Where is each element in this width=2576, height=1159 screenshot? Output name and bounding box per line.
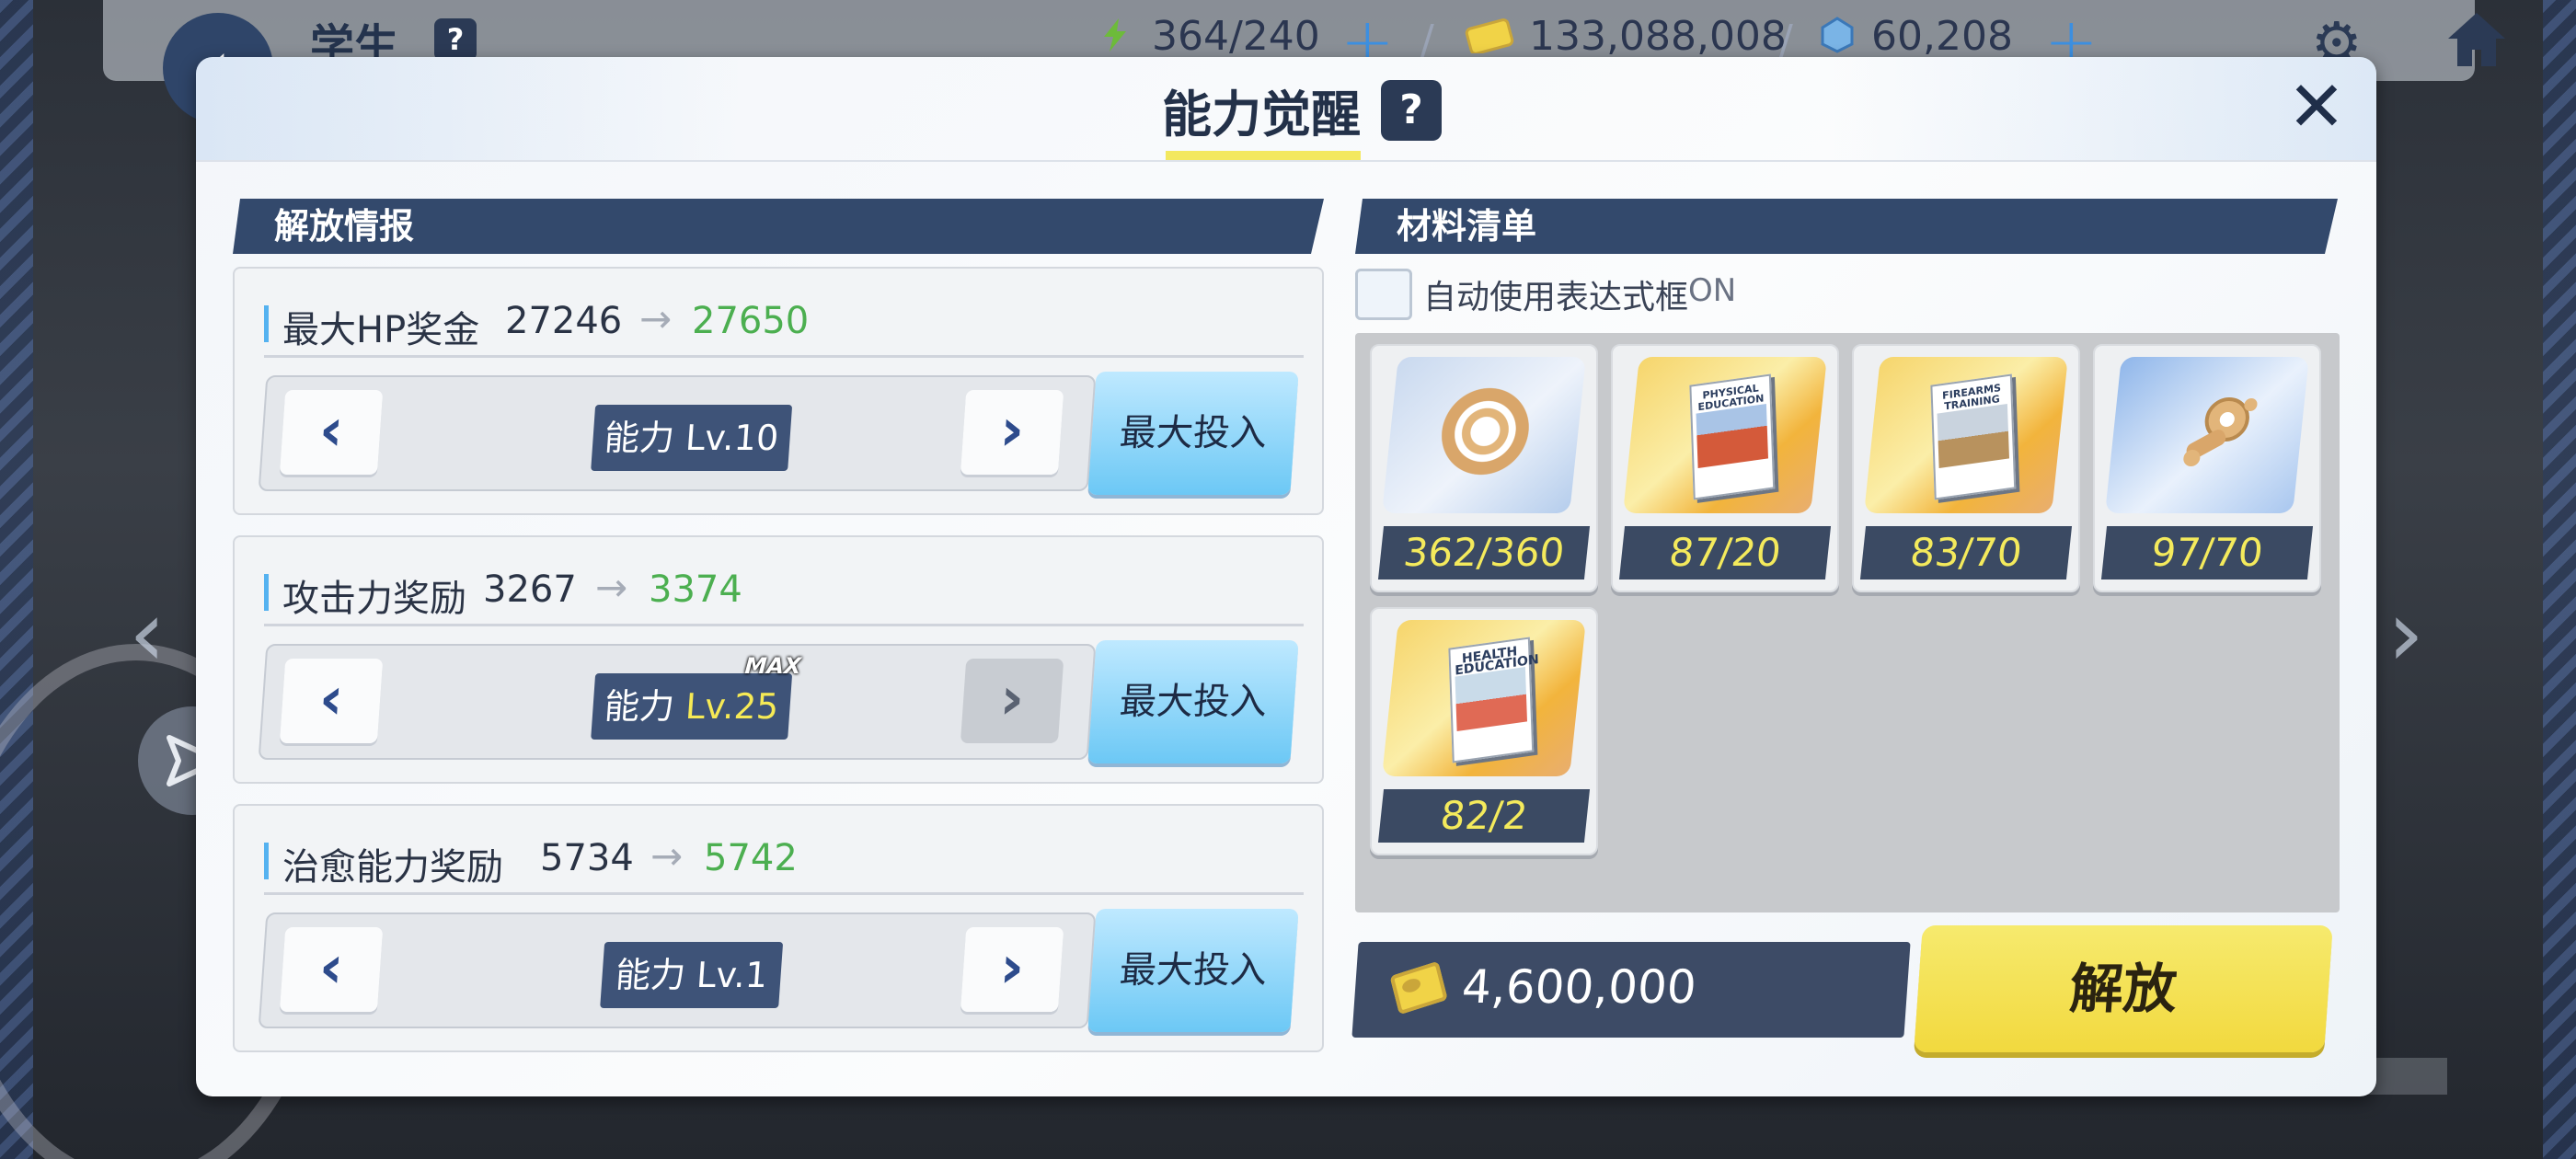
stat-marker (264, 574, 269, 611)
stat-next-value: 27650 (692, 300, 810, 342)
arrow-right-icon: → (639, 296, 673, 341)
level-label: 能力 Lv.25 (591, 673, 793, 740)
cost-value: 4,600,000 (1460, 960, 1698, 1014)
level-selector: ‹ 能力 Lv.25 MAX › (258, 644, 1097, 760)
material-item[interactable]: 362/360 (1370, 344, 1598, 592)
auto-use-state: ON (1688, 272, 1737, 309)
material-count: 97/70 (2100, 526, 2314, 580)
home-icon[interactable] (2444, 9, 2509, 70)
close-button[interactable]: ✕ (2284, 72, 2349, 142)
level-value: Lv.10 (684, 418, 780, 458)
title-underline (1166, 151, 1361, 160)
health-education-book-icon: HEALTH EDUCATION (1448, 637, 1539, 763)
material-icon-frame: FIREARMS TRAINING (1864, 357, 2068, 513)
release-info-header: 解放情报 (233, 199, 1324, 254)
stat-card-healing: 治愈能力奖励 5734 → 5742 ‹ 能力 Lv.1 › 最大投入 (233, 804, 1324, 1052)
page-help-button[interactable]: ? (434, 18, 477, 61)
material-icon-frame (2105, 357, 2309, 513)
stat-line: 治愈能力奖励 5734 → 5742 (264, 832, 1304, 895)
ap-counter: 364/240 (1152, 13, 1320, 60)
prev-student-arrow[interactable]: ‹ (129, 580, 166, 687)
ap-bolt-icon (1104, 18, 1126, 52)
level-increase-button[interactable]: › (960, 390, 1064, 475)
material-count: 83/70 (1859, 526, 2073, 580)
max-level-tag: MAX (743, 653, 802, 679)
firearms-training-book-icon: FIREARMS TRAINING (1930, 373, 2017, 500)
material-item[interactable]: HEALTH EDUCATION 82/2 (1370, 607, 1598, 855)
auto-use-label: 自动使用表达式框 (1423, 279, 1689, 316)
material-icon-frame: PHYSICAL EDUCATION (1623, 357, 1827, 513)
level-label: 能力 Lv.1 (600, 942, 784, 1008)
release-button[interactable]: 解放 (1914, 925, 2333, 1052)
level-label: 能力 Lv.10 (591, 405, 793, 471)
level-value: Lv.25 (684, 686, 780, 727)
material-count: 82/2 (1377, 789, 1591, 843)
material-item[interactable]: FIREARMS TRAINING 83/70 (1852, 344, 2080, 592)
arrow-right-icon: → (595, 565, 628, 610)
level-increase-button[interactable]: › (960, 927, 1064, 1012)
stat-marker (264, 305, 269, 342)
dialog-header: 能力觉醒 ? ✕ (196, 57, 2376, 162)
stat-current-value: 3267 (483, 568, 577, 611)
material-icon-frame (1382, 357, 1586, 513)
arrow-right-icon: → (650, 833, 684, 878)
stat-line: 攻击力奖励 3267 → 3374 (264, 563, 1304, 626)
level-value: Lv.1 (695, 955, 769, 995)
physical-education-book-icon: PHYSICAL EDUCATION (1689, 373, 1776, 500)
credits-counter: 133,088,008 (1529, 13, 1787, 60)
level-increase-button-disabled: › (960, 659, 1064, 743)
credit-icon (1465, 18, 1514, 53)
level-selector: ‹ 能力 Lv.1 › (258, 912, 1097, 1028)
dialog-title: 能力觉醒 (1162, 86, 1361, 143)
material-grid: 362/360 PHYSICAL EDUCATION 87/20 FIREARM… (1355, 333, 2340, 912)
material-count: 362/360 (1377, 526, 1591, 580)
credit-icon (1389, 960, 1448, 1016)
gem-icon (1821, 17, 1854, 53)
dialog-help-button[interactable]: ? (1381, 80, 1442, 141)
gold-gadget-icon (2183, 397, 2258, 466)
stat-next-value: 3374 (649, 568, 742, 611)
material-count: 87/20 (1618, 526, 1832, 580)
next-student-arrow[interactable]: › (2387, 580, 2424, 687)
auto-use-checkbox[interactable] (1355, 269, 1412, 320)
material-item[interactable]: 97/70 (2093, 344, 2321, 592)
level-prefix: 能力 (603, 418, 687, 458)
stat-current-value: 5734 (540, 837, 634, 879)
max-input-button[interactable]: 最大投入 (1087, 640, 1299, 763)
level-decrease-button[interactable]: ‹ (279, 390, 384, 475)
stat-next-value: 5742 (704, 837, 798, 879)
gems-counter: 60,208 (1871, 13, 2013, 60)
stat-name: 治愈能力奖励 (282, 846, 503, 889)
level-selector: ‹ 能力 Lv.10 › (258, 375, 1097, 491)
level-prefix: 能力 (614, 955, 698, 995)
stat-line: 最大HP奖金 27246 → 27650 (264, 294, 1304, 358)
cost-display: 4,600,000 (1351, 942, 1911, 1038)
gear-artifact-icon (1429, 381, 1542, 482)
level-decrease-button[interactable]: ‹ (279, 659, 384, 743)
ability-awakening-dialog: 能力觉醒 ? ✕ 解放情报 最大HP奖金 27246 → 27650 ‹ 能力 … (196, 57, 2376, 1096)
level-decrease-button[interactable]: ‹ (279, 927, 384, 1012)
material-list-header: 材料清单 (1355, 199, 2338, 254)
material-icon-frame: HEALTH EDUCATION (1382, 620, 1586, 776)
stat-current-value: 27246 (505, 300, 623, 342)
max-input-button[interactable]: 最大投入 (1087, 372, 1299, 495)
level-prefix: 能力 (603, 686, 687, 727)
stat-name: 最大HP奖金 (282, 309, 480, 351)
stat-card-hp: 最大HP奖金 27246 → 27650 ‹ 能力 Lv.10 › 最大投入 (233, 267, 1324, 515)
max-input-button[interactable]: 最大投入 (1087, 909, 1299, 1032)
stat-name: 攻击力奖励 (282, 578, 466, 620)
material-item[interactable]: PHYSICAL EDUCATION 87/20 (1611, 344, 1839, 592)
stat-card-attack: 攻击力奖励 3267 → 3374 ‹ 能力 Lv.25 MAX › 最大投入 (233, 535, 1324, 784)
stat-marker (264, 843, 269, 879)
